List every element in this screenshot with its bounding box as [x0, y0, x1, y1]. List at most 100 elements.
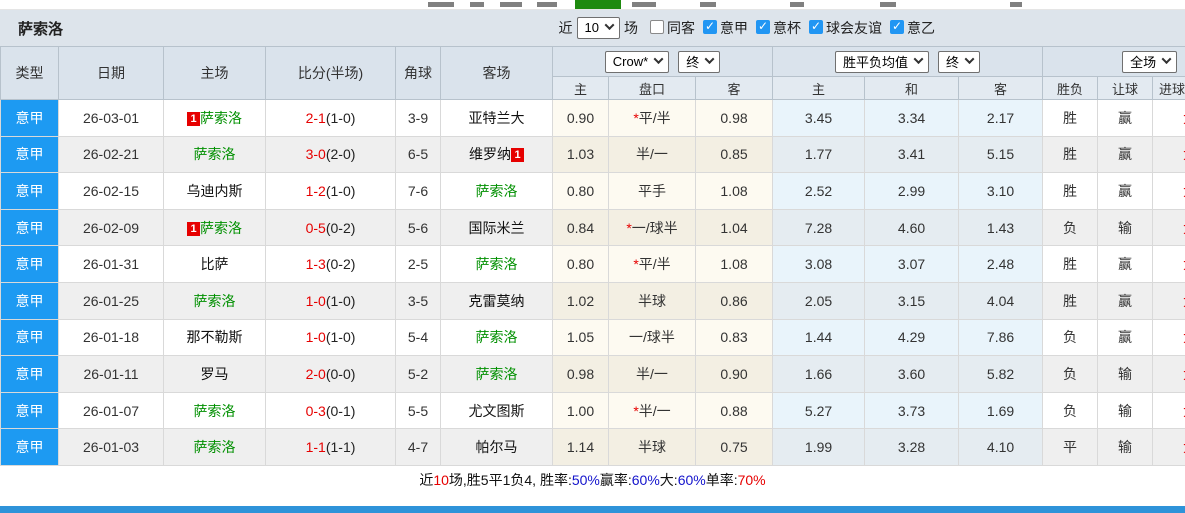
- date-cell: 26-01-07: [58, 391, 164, 430]
- match-row: 意甲 26-01-18 那不勒斯 1-0(1-0) 5-4 萨索洛 1.05 一/球半 0.83…: [0, 318, 1185, 357]
- near-label: 近: [558, 20, 573, 36]
- cropped-text-fragment: [632, 2, 656, 7]
- filter-label: 意杯: [773, 20, 801, 36]
- avg-win-cell: 7.28: [772, 208, 866, 247]
- bookmaker-select[interactable]: Crow*: [604, 50, 670, 73]
- away-team-cell: 萨索洛: [440, 355, 553, 393]
- date-cell: 26-03-01: [58, 99, 164, 137]
- corner-cell: 7-6: [395, 172, 441, 210]
- spread-cell: 赢: [1097, 99, 1154, 137]
- team-name: 罗马: [200, 365, 229, 382]
- corner-cell: 3-9: [395, 99, 441, 137]
- team-name: 萨索洛: [193, 439, 236, 456]
- cropped-text-fragment: [880, 2, 896, 7]
- filter-checkbox-意杯[interactable]: [756, 19, 770, 34]
- avg-lose-cell: 4.04: [958, 281, 1044, 320]
- cropped-text-fragment: [700, 2, 716, 7]
- col-header-home: 主场: [163, 46, 266, 100]
- footer-stat-segment: 场,胜5平1负4, 胜率:: [448, 471, 572, 488]
- league-cell: 意甲: [0, 135, 59, 174]
- home-team-cell: 1 萨索洛: [163, 99, 266, 137]
- home-team-cell: 1 萨索洛: [163, 208, 266, 247]
- team-name: 萨索洛: [475, 365, 518, 382]
- filter-checkbox-球会友谊[interactable]: [809, 19, 823, 34]
- spread-cell: 输: [1097, 391, 1154, 430]
- spread-cell: 赢: [1097, 281, 1154, 320]
- league-cell: 意甲: [0, 428, 59, 466]
- team-name: 克雷莫纳: [468, 292, 525, 309]
- bookmaker-time-select[interactable]: 终: [678, 50, 721, 73]
- avg-draw-cell: 3.28: [864, 428, 960, 466]
- col-header-date: 日期: [58, 46, 164, 100]
- team-name: 萨索洛: [193, 402, 236, 419]
- rank-badge: 1: [187, 111, 200, 126]
- team-name: 乌迪内斯: [186, 182, 243, 199]
- cropped-text-fragment: [537, 2, 557, 7]
- home-odds-cell: 1.00: [552, 391, 609, 430]
- avg-win-cell: 1.77: [772, 135, 866, 174]
- avg-draw-cell: 3.41: [864, 135, 960, 174]
- footer-stat-segment: 50%: [571, 471, 600, 488]
- away-team-cell: 萨索洛: [440, 172, 553, 210]
- date-cell: 26-02-09: [58, 208, 164, 247]
- away-team-cell: 维罗纳 1: [440, 135, 553, 174]
- cropped-green-button[interactable]: [575, 0, 621, 9]
- cropped-text-fragment: [470, 2, 484, 7]
- team-name: 萨索洛: [200, 109, 242, 126]
- avg-win-cell: 2.52: [772, 172, 866, 210]
- filter-checkbox-同客[interactable]: [650, 20, 664, 34]
- goals-cell: 大: [1152, 172, 1185, 210]
- col-header-corner: 角球: [395, 46, 441, 100]
- avg-draw-cell: 3.15: [864, 281, 960, 320]
- avg-win-cell: 2.05: [772, 281, 866, 320]
- away-team-cell: 国际米兰: [440, 208, 553, 247]
- away-odds-cell: 0.90: [694, 355, 774, 393]
- home-odds-cell: 0.80: [552, 172, 609, 210]
- league-cell: 意甲: [0, 99, 59, 137]
- avg-odds-group-header: 胜平负均值 终: [772, 46, 1044, 77]
- score-cell: 2-0(0-0): [265, 355, 396, 393]
- avg-win-cell: 1.44: [772, 318, 866, 357]
- sub-header-result: 胜负: [1042, 76, 1099, 100]
- avg-odds-select[interactable]: 胜平负均值: [835, 50, 930, 73]
- filter-checkbox-意甲[interactable]: [703, 19, 717, 34]
- games-label: 场: [624, 20, 638, 36]
- footer-stat-segment: 赢率:: [599, 471, 632, 488]
- away-odds-cell: 1.04: [694, 208, 774, 247]
- match-row: 意甲 26-01-11 罗马 2-0(0-0) 5-2 萨索洛 0.98 半/一 0.90 1.6…: [0, 355, 1185, 393]
- away-team-cell: 克雷莫纳: [440, 281, 553, 320]
- footer-stat-segment: 单率:: [705, 471, 738, 488]
- avg-lose-cell: 2.48: [958, 245, 1044, 283]
- avg-time-select[interactable]: 终: [938, 50, 981, 73]
- home-team-cell: 乌迪内斯: [163, 172, 266, 210]
- score-cell: 2-1(1-0): [265, 99, 396, 137]
- score-cell: 1-0(1-0): [265, 318, 396, 357]
- match-row: 意甲 26-01-07 萨索洛 0-3(0-1) 5-5 尤文图斯 1.00 *半/一 0.88…: [0, 391, 1185, 430]
- team-name: 萨索洛: [475, 182, 518, 199]
- league-cell: 意甲: [0, 355, 59, 393]
- match-count-select[interactable]: 10: [576, 17, 620, 39]
- away-odds-cell: 0.98: [694, 99, 774, 137]
- handicap-cell: 一/球半: [608, 318, 696, 357]
- score-cell: 0-5(0-2): [265, 208, 396, 247]
- filter-checkbox-意乙[interactable]: [890, 19, 904, 34]
- league-cell: 意甲: [0, 281, 59, 320]
- away-odds-cell: 0.75: [694, 428, 774, 466]
- match-row: 意甲 26-02-21 萨索洛 3-0(2-0) 6-5 维罗纳 1 1.03 半/一 0.85 1…: [0, 135, 1185, 174]
- footer-stat-segment: 近: [419, 471, 434, 488]
- team-name: 维罗纳: [469, 146, 511, 163]
- result-cell: 胜: [1042, 281, 1099, 320]
- team-name: 国际米兰: [468, 219, 525, 236]
- score-cell: 1-1(1-1): [265, 428, 396, 466]
- home-team-cell: 那不勒斯: [163, 318, 266, 357]
- spread-cell: 输: [1097, 208, 1154, 247]
- sub-header-away-odds: 客: [694, 76, 774, 100]
- home-team-cell: 萨索洛: [163, 135, 266, 174]
- col-header-score: 比分(半场): [265, 46, 396, 100]
- away-team-cell: 尤文图斯: [440, 391, 553, 430]
- filter-controls: 近 10 场 同客 意甲 意杯 球会友谊 意乙: [559, 10, 935, 46]
- score-cell: 3-0(2-0): [265, 135, 396, 174]
- result-group-header: 全场: [1042, 46, 1185, 77]
- scope-select[interactable]: 全场: [1122, 50, 1178, 73]
- away-odds-cell: 0.88: [694, 391, 774, 430]
